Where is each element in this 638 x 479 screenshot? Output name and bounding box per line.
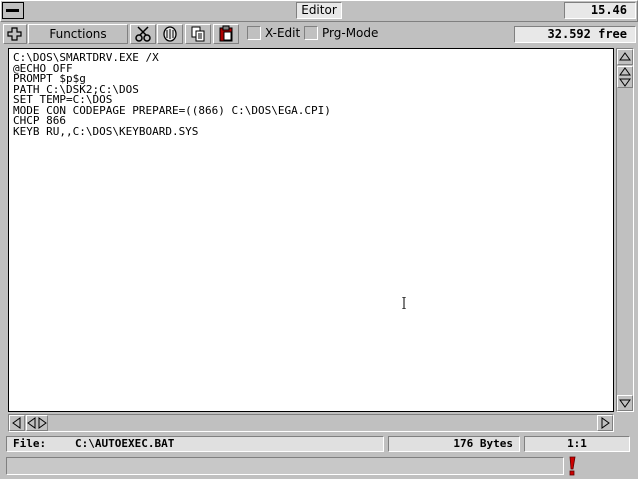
window-title: Editor [296, 2, 342, 19]
xedit-label[interactable]: X-Edit [265, 26, 300, 40]
paste-button[interactable] [213, 24, 239, 44]
scroll-right-button[interactable] [597, 415, 613, 431]
arrow-right-icon [601, 417, 610, 429]
free-memory: 32.592 free [514, 26, 636, 43]
trash-icon [163, 26, 177, 42]
scroll-up-button[interactable] [617, 49, 633, 65]
file-status: File: C:\AUTOEXEC.BAT [6, 436, 384, 452]
text-cursor-icon [402, 297, 406, 309]
add-button[interactable] [3, 24, 27, 44]
message-bar [6, 457, 564, 475]
clock: 15.46 [564, 2, 636, 19]
scissors-icon [135, 26, 151, 42]
file-path: C:\AUTOEXEC.BAT [75, 437, 175, 450]
copy-icon [191, 26, 205, 42]
file-label: File: [13, 437, 47, 450]
dash-icon [6, 9, 19, 12]
paste-icon [219, 25, 233, 42]
arrow-up-icon [619, 52, 631, 61]
cursor-position: 1:1 [524, 436, 630, 452]
editor-area[interactable]: C:\DOS\SMARTDRV.EXE /X @ECHO OFF PROMPT … [8, 48, 614, 412]
prgmode-checkbox[interactable] [304, 26, 318, 40]
double-arrow-horizontal-icon [27, 417, 47, 429]
xedit-checkbox[interactable] [247, 26, 261, 40]
prgmode-label[interactable]: Prg-Mode [322, 26, 378, 40]
scroll-down-button[interactable] [617, 395, 633, 411]
vertical-scroll-thumb[interactable] [617, 66, 633, 88]
delete-button[interactable] [157, 24, 183, 44]
horizontal-scrollbar[interactable] [8, 414, 614, 432]
file-size: 176 Bytes [388, 436, 520, 452]
alert-icon [569, 456, 576, 476]
horizontal-scroll-thumb[interactable] [26, 415, 48, 431]
scroll-left-button[interactable] [9, 415, 25, 431]
arrow-down-icon [619, 399, 631, 408]
system-menu-button[interactable] [2, 2, 24, 19]
cut-button[interactable] [130, 24, 156, 44]
plus-icon [7, 27, 22, 41]
copy-button[interactable] [185, 24, 211, 44]
editor-content[interactable]: C:\DOS\SMARTDRV.EXE /X @ECHO OFF PROMPT … [13, 52, 331, 137]
functions-button[interactable]: Functions [28, 24, 128, 44]
double-arrow-icon [619, 67, 631, 87]
vertical-scrollbar[interactable] [616, 48, 634, 412]
arrow-left-icon [12, 417, 21, 429]
